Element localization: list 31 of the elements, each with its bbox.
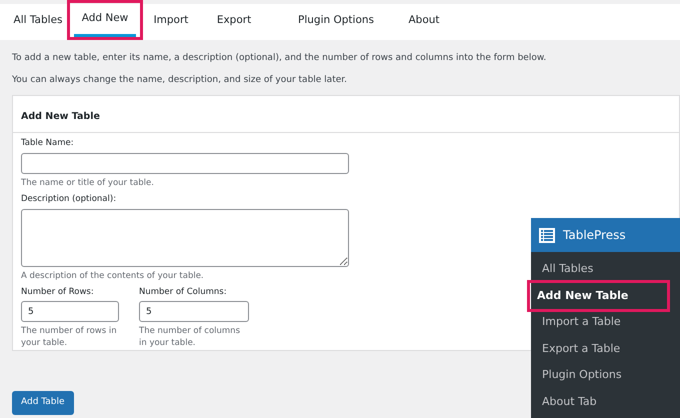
field-label: Number of Columns: (139, 286, 228, 298)
table-icon (539, 228, 555, 242)
menu-item[interactable]: Export a Table (531, 336, 680, 362)
add-table-button[interactable]: Add Table (12, 390, 74, 415)
card-title: Add New Table (21, 111, 100, 122)
columns-field[interactable]: 5 (139, 301, 249, 322)
tab[interactable]: Add New (74, 3, 136, 37)
intro-text: To add a new table, enter its name, a description (optional), and the number of rows and columns into the form below. (12, 52, 548, 65)
menu-item[interactable]: Import a Table (531, 309, 680, 336)
help-text: The number of rows in your table. (21, 325, 118, 350)
rows-field[interactable]: 5 (21, 301, 119, 322)
menu-item[interactable]: Plugin Options (531, 362, 680, 388)
help-text: The number of columns in your table. (139, 325, 241, 350)
menu-header[interactable]: TablePress (531, 218, 680, 252)
field-label: Table Name: (21, 137, 75, 150)
menu-item[interactable]: All Tables (531, 256, 680, 282)
tab[interactable]: Export (204, 4, 264, 40)
table-name-field[interactable] (21, 152, 349, 174)
menu-item[interactable]: About Tab (531, 388, 680, 415)
help-text: The name or title of your table. (21, 176, 155, 189)
help-text: A description of the contents of your table. (21, 270, 205, 282)
intro-text: You can always change the name, description, and size of your table later. (12, 74, 348, 86)
field-label: Number of Rows: (21, 286, 95, 298)
tab[interactable]: Plugin Options (286, 4, 386, 40)
menu-item[interactable]: Add New Table (531, 282, 667, 309)
menu-title: TablePress (563, 227, 626, 244)
description-field[interactable] (21, 208, 349, 266)
tab[interactable]: All Tables (14, 4, 62, 40)
tab[interactable]: Import (148, 4, 194, 40)
tab[interactable]: About (404, 4, 444, 40)
field-label: Description (optional): (21, 192, 118, 206)
